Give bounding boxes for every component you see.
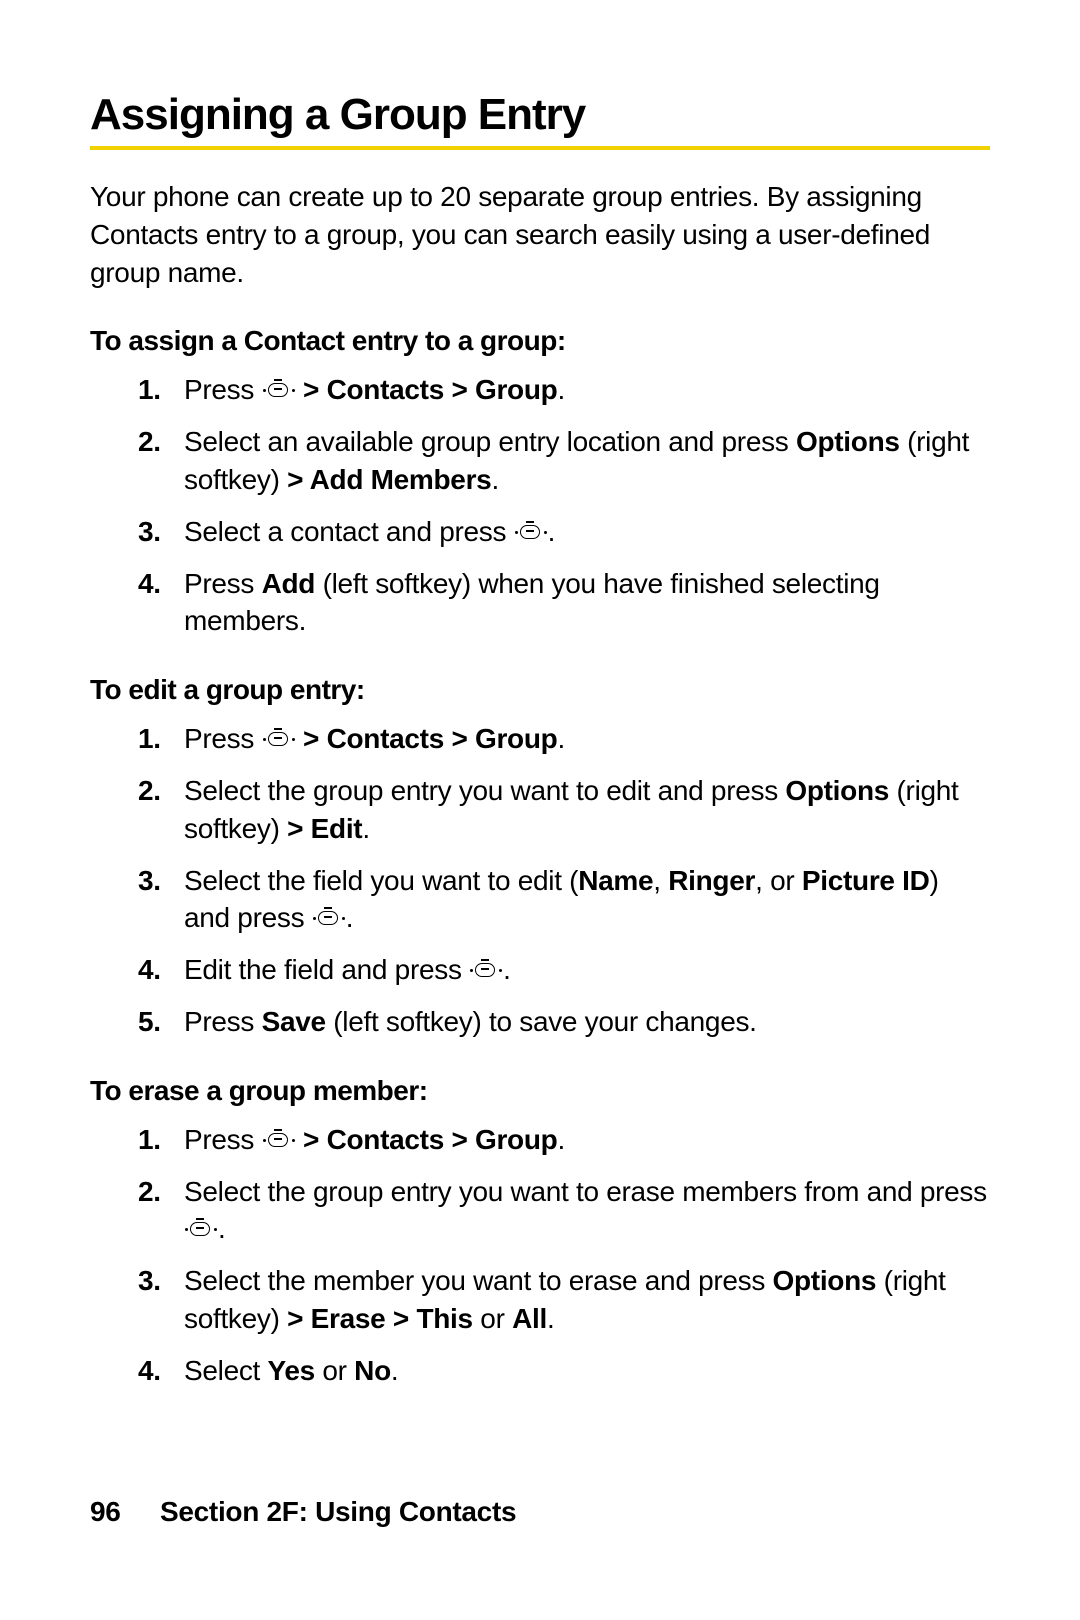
text-bold: Options [785,775,889,806]
text: Select the member you want to erase and … [184,1265,773,1296]
text: Press [184,568,262,599]
ok-key-icon [184,1219,218,1241]
text: or [315,1355,354,1386]
list-item: Select the field you want to edit (Name,… [184,862,990,938]
list-item: Select a contact and press . [184,513,990,551]
nav-path: > Contacts > Group [303,374,557,405]
text: , or [755,865,802,896]
intro-paragraph: Your phone can create up to 20 separate … [90,178,990,291]
section-label: Section 2F: Using Contacts [160,1496,516,1527]
subhead-erase: To erase a group member: [90,1075,990,1107]
list-item: Edit the field and press . [184,951,990,989]
text-bold: No [354,1355,391,1386]
subhead-assign: To assign a Contact entry to a group: [90,325,990,357]
list-item: Press > Contacts > Group. [184,720,990,758]
text-bold: Yes [268,1355,315,1386]
list-item: Press Save (left softkey) to save your c… [184,1003,990,1041]
text-bold: > Edit [287,813,362,844]
ok-key-icon [514,522,548,544]
ok-key-icon [312,908,346,930]
text-bold: All [512,1303,547,1334]
steps-edit: Press > Contacts > Group. Select the gro… [90,720,990,1041]
nav-path: > Contacts > Group [303,723,557,754]
text: , [653,865,668,896]
manual-page: Assigning a Group Entry Your phone can c… [0,0,1080,1620]
text: Select an available group entry location… [184,426,796,457]
ok-key-icon [469,960,503,982]
ok-key-icon [262,1130,296,1152]
list-item: Select the group entry you want to erase… [184,1173,990,1249]
text-bold: Options [796,426,900,457]
text: Press [184,1006,262,1037]
text-bold: > Erase > This [287,1303,473,1334]
text-bold: Name [578,865,653,896]
text: Press [184,374,262,405]
text: or [473,1303,512,1334]
text: Select the group entry you want to edit … [184,775,785,806]
text: Edit the field and press [184,954,469,985]
list-item: Select Yes or No. [184,1352,990,1390]
ok-key-icon [262,729,296,751]
steps-assign: Press > Contacts > Group. Select an avai… [90,371,990,640]
list-item: Select an available group entry location… [184,423,990,499]
text: Select a contact and press [184,516,514,547]
text-bold: > Add Members [287,464,491,495]
page-number: 96 [90,1496,160,1528]
text: Select [184,1355,268,1386]
text: Select the field you want to edit ( [184,865,578,896]
list-item: Select the member you want to erase and … [184,1262,990,1338]
text-bold: Save [262,1006,326,1037]
list-item: Press Add (left softkey) when you have f… [184,565,990,641]
text-bold: Add [262,568,316,599]
list-item: Select the group entry you want to edit … [184,772,990,848]
text-bold: Options [773,1265,877,1296]
list-item: Press > Contacts > Group. [184,1121,990,1159]
text: (left softkey) to save your changes. [326,1006,757,1037]
nav-path: > Contacts > Group [303,1124,557,1155]
ok-key-icon [262,380,296,402]
text: Press [184,723,262,754]
text: Press [184,1124,262,1155]
page-footer: 96Section 2F: Using Contacts [90,1496,516,1528]
text: Select the group entry you want to erase… [184,1176,987,1207]
list-item: Press > Contacts > Group. [184,371,990,409]
page-title: Assigning a Group Entry [90,90,990,150]
steps-erase: Press > Contacts > Group. Select the gro… [90,1121,990,1390]
subhead-edit: To edit a group entry: [90,674,990,706]
text-bold: Picture ID [802,865,930,896]
text-bold: Ringer [668,865,755,896]
